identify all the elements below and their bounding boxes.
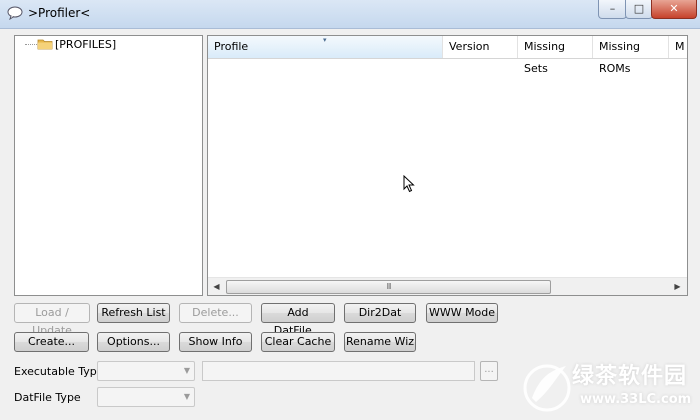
watermark-logo-icon bbox=[523, 364, 571, 412]
column-header-version[interactable]: Version bbox=[443, 36, 518, 58]
column-header-m[interactable]: M bbox=[669, 36, 687, 58]
refresh-list-button[interactable]: Refresh List bbox=[97, 303, 170, 323]
column-header-missing-sets[interactable]: Missing Sets bbox=[518, 36, 593, 75]
scroll-left-icon[interactable]: ◀ bbox=[208, 278, 225, 295]
add-datfile-button[interactable]: Add DatFile... bbox=[261, 303, 335, 337]
column-label: Missing ROMs bbox=[599, 40, 641, 75]
datfile-type-label: DatFile Type bbox=[14, 391, 81, 404]
window-title: >Profiler< bbox=[28, 6, 91, 20]
browse-button[interactable]: ... bbox=[480, 361, 498, 381]
column-label: Profile bbox=[214, 40, 249, 53]
column-label: M bbox=[675, 40, 685, 53]
close-button[interactable]: ✕ bbox=[651, 0, 697, 19]
minimize-icon: – bbox=[609, 2, 616, 15]
maximize-icon: □ bbox=[633, 2, 645, 15]
horizontal-scrollbar[interactable]: ◀ III ▶ bbox=[208, 277, 687, 295]
scroll-thumb[interactable]: III bbox=[226, 280, 551, 294]
chevron-down-icon: ▼ bbox=[183, 392, 190, 401]
scroll-right-icon[interactable]: ▶ bbox=[669, 278, 686, 295]
minimize-button[interactable]: – bbox=[598, 0, 627, 19]
create-button[interactable]: Create... bbox=[14, 332, 89, 352]
folder-icon bbox=[37, 39, 53, 50]
watermark: 绿茶软件园 www.33LC.com bbox=[520, 352, 700, 420]
watermark-text: 绿茶软件园 bbox=[572, 364, 688, 389]
dir2dat-button[interactable]: Dir2Dat bbox=[344, 303, 416, 323]
mouse-cursor-icon bbox=[403, 175, 415, 193]
datfile-type-select[interactable]: ▼ bbox=[97, 387, 195, 407]
executable-type-label: Executable Type bbox=[14, 365, 104, 378]
sort-arrow-icon: ▾ bbox=[323, 36, 327, 44]
close-icon: ✕ bbox=[669, 2, 679, 15]
chevron-down-icon: ▼ bbox=[183, 366, 190, 375]
tree-item-profiles[interactable]: [PROFILES] bbox=[15, 36, 135, 54]
rename-wiz-button[interactable]: Rename Wiz bbox=[344, 332, 416, 352]
watermark-url: www.33LC.com bbox=[580, 392, 692, 407]
show-info-button[interactable]: Show Info bbox=[179, 332, 252, 352]
profiles-list[interactable]: Profile ▾ Version Missing Sets Missing R… bbox=[207, 35, 688, 296]
list-header: Profile ▾ Version Missing Sets Missing R… bbox=[208, 36, 687, 75]
options-button[interactable]: Options... bbox=[97, 332, 170, 352]
www-mode-button[interactable]: WWW Mode bbox=[426, 303, 498, 323]
executable-type-select[interactable]: ▼ bbox=[97, 361, 195, 381]
profiles-tree[interactable]: [PROFILES] bbox=[14, 35, 203, 296]
maximize-button[interactable]: □ bbox=[625, 0, 653, 19]
column-label: Missing Sets bbox=[524, 40, 566, 75]
tree-item-label: [PROFILES] bbox=[55, 38, 117, 51]
clear-cache-button[interactable]: Clear Cache bbox=[261, 332, 335, 352]
app-icon bbox=[7, 6, 23, 20]
load-update-button[interactable]: Load / Update bbox=[14, 303, 90, 337]
column-header-missing-roms[interactable]: Missing ROMs bbox=[593, 36, 669, 75]
executable-path-input[interactable] bbox=[202, 361, 475, 381]
column-label: Version bbox=[449, 40, 490, 53]
delete-button[interactable]: Delete... bbox=[179, 303, 252, 323]
title-bar[interactable]: >Profiler< – □ ✕ bbox=[0, 0, 700, 29]
scroll-grip: III bbox=[386, 282, 391, 291]
